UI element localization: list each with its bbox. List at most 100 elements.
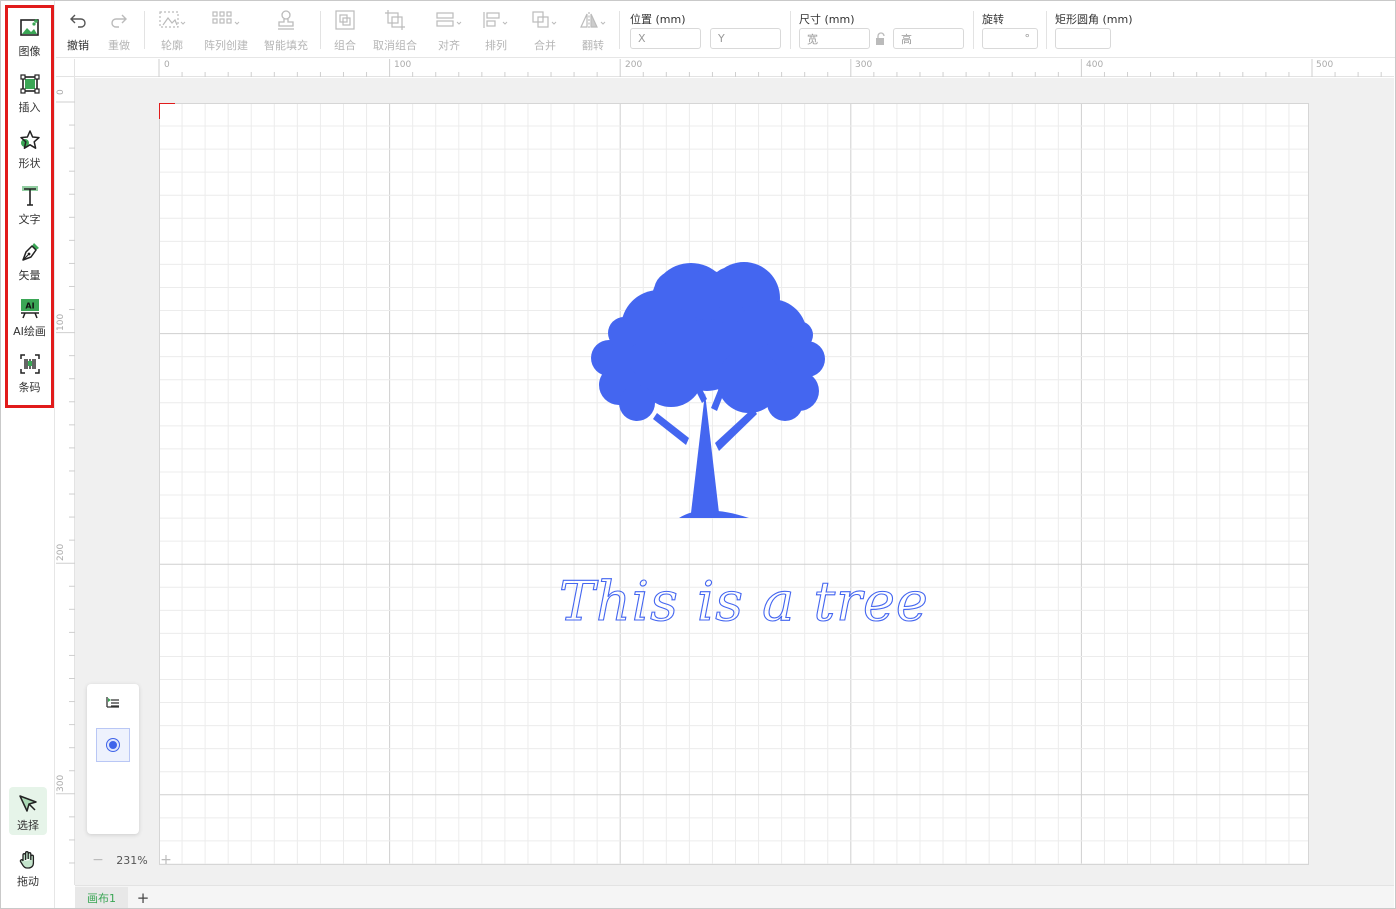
ruler-corner [56, 59, 75, 77]
insert-tool-label: 插入 [18, 101, 41, 114]
position-x-input[interactable]: X [630, 28, 701, 49]
rotate-input[interactable]: ° [982, 28, 1038, 49]
origin-crosshair [159, 103, 175, 119]
toolbar-divider [790, 11, 791, 49]
ai-paint-icon: AI [18, 296, 42, 320]
ruler-mark: 300 [56, 774, 66, 792]
vector-tool[interactable]: 矢量 [8, 236, 51, 284]
ruler-mark: 0 [56, 89, 66, 95]
canvas-content: This is a tree [159, 103, 929, 634]
text-tool-label: 文字 [18, 213, 41, 226]
merge-label: 合并 [534, 39, 556, 52]
flip-button[interactable]: 翻转 [580, 9, 606, 53]
pen-vector-icon [18, 240, 42, 264]
corner-radius-input[interactable] [1055, 28, 1111, 49]
select-cursor-icon [17, 793, 39, 815]
toolbar-divider [144, 11, 145, 49]
ruler-horizontal: 0 100 200 300 400 500 [75, 59, 1394, 77]
group-icon [334, 9, 356, 31]
image-tool-label: 图像 [18, 45, 41, 58]
group-label: 组合 [334, 39, 356, 52]
insert-tool[interactable]: 插入 [8, 68, 51, 116]
ruler-mark: 500 [1316, 60, 1334, 70]
toolbar-divider [619, 11, 620, 49]
undo-icon [69, 9, 87, 31]
array-grid-icon [211, 9, 241, 31]
canvas-tabbar: 画布1 + [75, 885, 1394, 908]
toolbar-divider [320, 11, 321, 49]
zoom-level: 231% [116, 853, 148, 867]
insert-tool-group: 图像 插入 形状 文字 矢量 AI AI绘画 条码 [5, 5, 54, 408]
hand-icon [17, 849, 39, 871]
array-create-button[interactable]: 阵列创建 [203, 9, 249, 53]
layer-panel [87, 684, 139, 834]
corner-radius-label: 矩形圆角 (mm) [1055, 13, 1133, 26]
flip-icon [579, 9, 607, 31]
smart-fill-label: 智能填充 [264, 39, 308, 52]
star-shape-icon [18, 128, 42, 152]
pan-tool[interactable]: 拖动 [9, 843, 47, 891]
ungroup-button[interactable]: 取消组合 [372, 9, 418, 53]
undo-button[interactable]: 撤销 [65, 9, 91, 53]
merge-button[interactable]: 合并 [532, 9, 558, 53]
pan-tool-label: 拖动 [17, 875, 39, 888]
toolbar-divider [973, 11, 974, 49]
select-tool[interactable]: 选择 [9, 787, 47, 835]
ruler-mark: 0 [164, 60, 170, 70]
ruler-mark: 200 [625, 60, 643, 70]
app-window: 图像 插入 形状 文字 矢量 AI AI绘画 条码 选择 拖动 撤销 重做 轮廓… [0, 0, 1396, 909]
height-input[interactable]: 高 [893, 28, 964, 49]
ungroup-label: 取消组合 [373, 39, 417, 52]
ai-paint-tool-label: AI绘画 [13, 325, 46, 338]
tree-graphic[interactable] [591, 262, 825, 518]
ruler-mark: 300 [855, 60, 873, 70]
ruler-mark: 400 [1086, 60, 1104, 70]
arrange-button[interactable]: 排列 [483, 9, 509, 53]
outline-button[interactable]: 轮廓 [157, 9, 187, 53]
outline-label: 轮廓 [161, 39, 183, 52]
canvas-board[interactable]: This is a tree [159, 103, 1309, 865]
ruler-vertical: 0 100 200 300 [56, 77, 75, 885]
redo-button[interactable]: 重做 [106, 9, 132, 53]
canvas-workspace[interactable]: This is a tree [75, 78, 1394, 885]
position-label: 位置 (mm) [630, 13, 686, 26]
smart-fill-button[interactable]: 智能填充 [263, 9, 309, 53]
redo-label: 重做 [108, 39, 130, 52]
toolbar-divider [1046, 11, 1047, 49]
arrange-label: 排列 [485, 39, 507, 52]
barcode-tool-label: 条码 [18, 381, 41, 394]
image-tool[interactable]: 图像 [8, 12, 51, 60]
outline-icon [158, 9, 186, 31]
layer-list-icon[interactable] [105, 694, 121, 713]
shape-tool[interactable]: 形状 [8, 124, 51, 172]
arrange-icon [482, 9, 510, 31]
redo-icon [110, 9, 128, 31]
aspect-lock-icon[interactable] [875, 31, 887, 50]
ai-paint-tool[interactable]: AI AI绘画 [8, 292, 51, 340]
canvas-caption-text[interactable]: This is a tree [558, 569, 929, 633]
top-toolbar: 撤销 重做 轮廓 阵列创建 智能填充 组合 取消组合 对齐 排列 合并 翻转 位… [56, 1, 1395, 58]
array-create-label: 阵列创建 [204, 39, 248, 52]
size-label: 尺寸 (mm) [799, 13, 855, 26]
width-input[interactable]: 宽 [799, 28, 870, 49]
group-button[interactable]: 组合 [332, 9, 358, 53]
layer-item[interactable] [96, 728, 130, 762]
align-button[interactable]: 对齐 [436, 9, 462, 53]
add-canvas-button[interactable]: + [133, 887, 153, 908]
barcode-tool[interactable]: 条码 [8, 348, 51, 396]
rotate-label: 旋转 [982, 13, 1004, 26]
ruler-mark: 200 [56, 543, 66, 561]
ruler-mark: 100 [56, 313, 66, 331]
insert-frame-icon [18, 72, 42, 96]
svg-text:AI: AI [25, 302, 34, 311]
vector-tool-label: 矢量 [18, 269, 41, 282]
left-sidebar: 图像 插入 形状 文字 矢量 AI AI绘画 条码 选择 拖动 [1, 1, 55, 908]
ruler-mark: 100 [394, 60, 412, 70]
zoom-in-button[interactable]: + [157, 852, 175, 868]
canvas-tab[interactable]: 画布1 [75, 887, 128, 908]
text-tool[interactable]: 文字 [8, 180, 51, 228]
zoom-out-button[interactable]: − [89, 852, 107, 868]
position-y-input[interactable]: Y [710, 28, 781, 49]
align-icon [435, 9, 463, 31]
undo-label: 撤销 [67, 39, 89, 52]
